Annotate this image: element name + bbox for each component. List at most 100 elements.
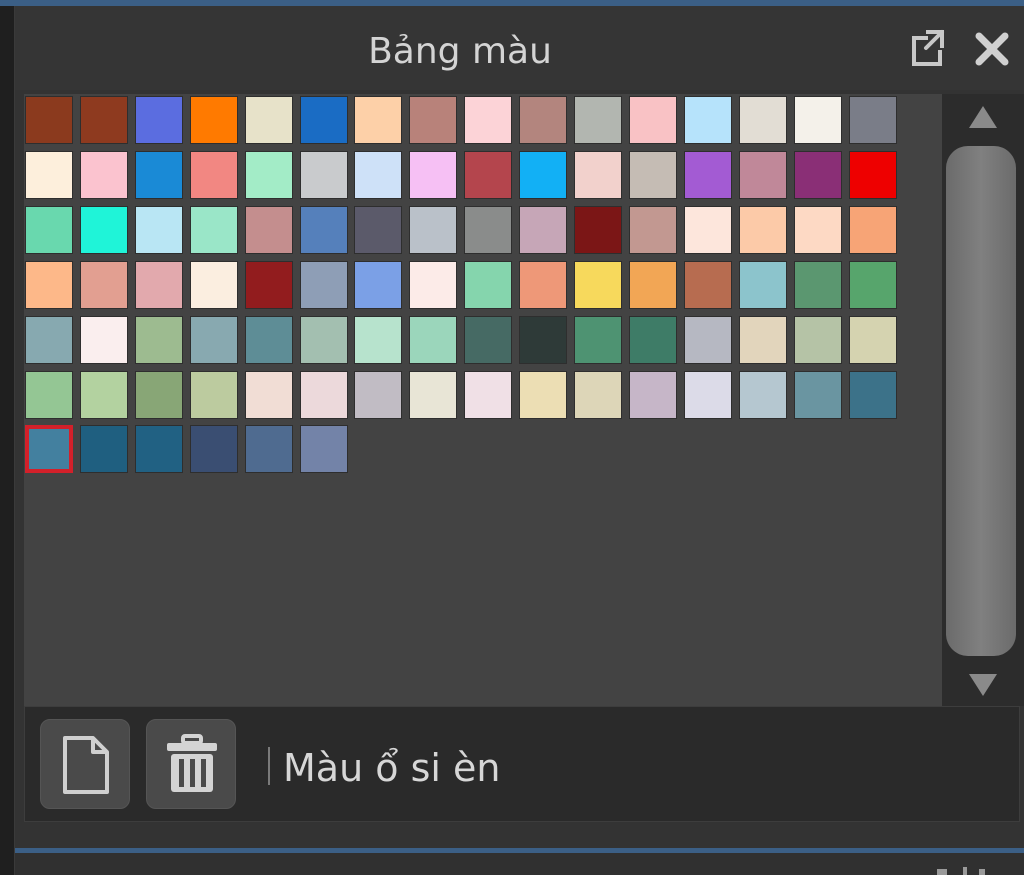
color-swatch[interactable] [684, 371, 732, 419]
color-swatch[interactable] [849, 316, 897, 364]
color-swatch[interactable] [574, 371, 622, 419]
color-swatch[interactable] [245, 261, 293, 309]
color-swatch[interactable] [464, 261, 512, 309]
color-swatch[interactable] [574, 96, 622, 144]
color-swatch[interactable] [25, 261, 73, 309]
color-swatch[interactable] [574, 261, 622, 309]
color-swatch[interactable] [135, 261, 183, 309]
color-swatch[interactable] [245, 425, 293, 473]
color-swatch[interactable] [574, 206, 622, 254]
color-swatch[interactable] [409, 206, 457, 254]
color-swatch[interactable] [190, 316, 238, 364]
color-swatch[interactable] [464, 96, 512, 144]
color-swatch[interactable] [245, 206, 293, 254]
color-swatch[interactable] [464, 371, 512, 419]
color-swatch[interactable] [464, 206, 512, 254]
color-swatch[interactable] [354, 371, 402, 419]
color-swatch[interactable] [300, 425, 348, 473]
color-swatch[interactable] [464, 151, 512, 199]
new-color-button[interactable] [40, 719, 130, 809]
color-swatch[interactable] [300, 206, 348, 254]
color-swatch[interactable] [519, 206, 567, 254]
color-swatch[interactable] [849, 261, 897, 309]
color-swatch[interactable] [80, 206, 128, 254]
color-swatch[interactable] [519, 316, 567, 364]
color-swatch[interactable] [794, 371, 842, 419]
color-swatch[interactable] [684, 96, 732, 144]
color-swatch[interactable] [684, 151, 732, 199]
delete-color-button[interactable] [146, 719, 236, 809]
color-swatch[interactable] [794, 206, 842, 254]
color-swatch[interactable] [245, 151, 293, 199]
color-swatch[interactable] [245, 371, 293, 419]
color-swatch[interactable] [190, 371, 238, 419]
color-swatch[interactable] [300, 151, 348, 199]
color-swatch[interactable] [794, 151, 842, 199]
color-swatch[interactable] [25, 151, 73, 199]
color-swatch[interactable] [409, 151, 457, 199]
color-swatch[interactable] [25, 425, 73, 473]
color-swatch[interactable] [25, 206, 73, 254]
color-swatch[interactable] [190, 425, 238, 473]
color-swatch[interactable] [300, 96, 348, 144]
color-swatch[interactable] [190, 151, 238, 199]
color-swatch[interactable] [135, 96, 183, 144]
color-swatch[interactable] [739, 96, 787, 144]
scrollbar-thumb[interactable] [946, 146, 1016, 656]
color-swatch[interactable] [409, 261, 457, 309]
color-swatch[interactable] [135, 425, 183, 473]
color-swatch[interactable] [684, 316, 732, 364]
color-swatch[interactable] [354, 96, 402, 144]
color-swatch[interactable] [684, 261, 732, 309]
color-swatch[interactable] [300, 261, 348, 309]
color-swatch[interactable] [629, 96, 677, 144]
color-swatch[interactable] [794, 316, 842, 364]
color-swatch[interactable] [574, 151, 622, 199]
color-swatch[interactable] [135, 371, 183, 419]
color-swatch[interactable] [80, 425, 128, 473]
color-swatch[interactable] [354, 206, 402, 254]
color-swatch[interactable] [629, 261, 677, 309]
color-swatch[interactable] [25, 96, 73, 144]
color-swatch[interactable] [300, 316, 348, 364]
color-swatch[interactable] [80, 96, 128, 144]
color-swatch[interactable] [574, 316, 622, 364]
color-swatch[interactable] [629, 151, 677, 199]
color-swatch[interactable] [190, 206, 238, 254]
triangle-down-icon[interactable] [967, 670, 999, 698]
color-swatch[interactable] [519, 371, 567, 419]
color-swatch[interactable] [849, 206, 897, 254]
color-swatch[interactable] [300, 371, 348, 419]
color-swatch[interactable] [190, 261, 238, 309]
color-swatch[interactable] [849, 371, 897, 419]
color-swatch[interactable] [794, 261, 842, 309]
color-swatch[interactable] [25, 371, 73, 419]
color-swatch[interactable] [684, 206, 732, 254]
color-swatch[interactable] [409, 371, 457, 419]
color-swatch[interactable] [849, 151, 897, 199]
color-swatch[interactable] [464, 316, 512, 364]
color-swatch[interactable] [519, 96, 567, 144]
color-swatch[interactable] [519, 261, 567, 309]
color-swatch[interactable] [354, 151, 402, 199]
color-swatch[interactable] [25, 316, 73, 364]
color-swatch[interactable] [135, 151, 183, 199]
color-swatch[interactable] [80, 151, 128, 199]
vertical-scrollbar[interactable] [942, 94, 1024, 706]
color-swatch[interactable] [190, 96, 238, 144]
color-swatch[interactable] [409, 316, 457, 364]
color-swatch[interactable] [80, 316, 128, 364]
color-swatch[interactable] [135, 206, 183, 254]
color-swatch[interactable] [739, 316, 787, 364]
color-swatch[interactable] [519, 151, 567, 199]
color-swatch[interactable] [245, 96, 293, 144]
color-swatch[interactable] [354, 316, 402, 364]
external-link-icon[interactable] [908, 26, 948, 70]
color-swatch[interactable] [629, 206, 677, 254]
color-swatch[interactable] [135, 316, 183, 364]
close-x-icon[interactable] [972, 26, 1012, 70]
color-swatch[interactable] [849, 96, 897, 144]
color-swatch[interactable] [629, 371, 677, 419]
color-swatch[interactable] [409, 96, 457, 144]
color-swatch[interactable] [80, 261, 128, 309]
